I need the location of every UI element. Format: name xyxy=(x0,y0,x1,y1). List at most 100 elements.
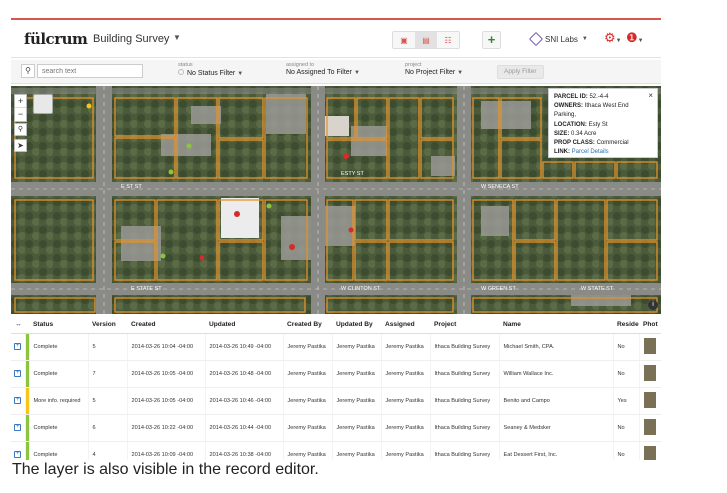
cell-created[interactable]: 2014-03-26 10:05 -04:00 xyxy=(127,387,206,415)
app-logo[interactable]: fülcrum xyxy=(24,30,88,48)
cell-name[interactable]: Seaney & Medsker xyxy=(499,414,614,442)
column-header[interactable]: Updated By xyxy=(332,316,381,334)
column-header[interactable]: Assigned xyxy=(381,316,430,334)
locate-icon[interactable]: ➤ xyxy=(14,139,27,152)
cell-residential[interactable]: No xyxy=(613,360,640,388)
layers-icon[interactable] xyxy=(33,94,53,114)
photo-thumbnail[interactable] xyxy=(643,364,656,381)
cell-residential[interactable]: No xyxy=(613,414,640,442)
cell-assigned[interactable]: Jeremy Pastika xyxy=(381,360,431,388)
cell-project[interactable]: Ithaca Building Survey xyxy=(430,414,500,442)
cell-created[interactable]: 2014-03-26 10:04 -04:00 xyxy=(127,333,206,361)
cell-project[interactable]: Ithaca Building Survey xyxy=(430,441,500,460)
cell-version[interactable]: 6 xyxy=(88,414,128,442)
cell-status[interactable]: Complete xyxy=(29,441,89,460)
column-header[interactable]: Updated xyxy=(205,316,283,334)
column-header[interactable]: Project xyxy=(430,316,499,334)
cell-status[interactable]: Complete xyxy=(29,414,89,442)
zoom-out-button[interactable]: − xyxy=(15,108,26,121)
cell-created-by[interactable]: Jeremy Pastika xyxy=(283,333,333,361)
map-view-icon[interactable]: ▣ xyxy=(393,32,415,48)
cell-updated-by[interactable]: Jeremy Pastika xyxy=(332,414,382,442)
zoom-in-button[interactable]: + xyxy=(15,95,26,108)
table-row[interactable]: + Complete 6 2014-03-26 10:22 -04:00 2014-03… xyxy=(11,414,661,442)
column-header[interactable]: Created By xyxy=(283,316,332,334)
split-view-icon[interactable]: ▤ xyxy=(415,32,437,48)
help-icon[interactable]: ❶▼ xyxy=(626,30,644,46)
cell-residential[interactable]: No xyxy=(613,441,640,460)
cell-name[interactable]: Benito and Campo xyxy=(499,387,614,415)
cell-name[interactable]: William Wallace Inc. xyxy=(499,360,614,388)
chevron-down-icon[interactable]: ▼ xyxy=(173,33,181,42)
status-filter-checkbox[interactable] xyxy=(178,69,184,75)
app-selector[interactable]: Building Survey xyxy=(93,33,169,45)
cell-version[interactable]: 4 xyxy=(88,441,128,460)
cell-status[interactable]: Complete xyxy=(29,333,89,361)
cell-updated-by[interactable]: Jeremy Pastika xyxy=(332,387,382,415)
apply-filter-button[interactable]: Apply Filter xyxy=(497,65,544,79)
cell-created-by[interactable]: Jeremy Pastika xyxy=(283,414,333,442)
cell-updated[interactable]: 2014-03-26 10:38 -04:00 xyxy=(205,441,284,460)
table-row[interactable]: + Complete 4 2014-03-26 10:09 -04:00 2014-03… xyxy=(11,441,661,460)
cell-name[interactable]: Michael Smith, CPA. xyxy=(499,333,614,361)
search-input[interactable] xyxy=(37,64,143,78)
cell-version[interactable]: 7 xyxy=(88,360,128,388)
cell-version[interactable]: 5 xyxy=(88,387,128,415)
expand-column-icon[interactable]: ↔ xyxy=(11,316,25,334)
photo-thumbnail[interactable] xyxy=(643,391,656,408)
table-row[interactable]: + Complete 7 2014-03-26 10:05 -04:00 2014-03… xyxy=(11,360,661,388)
search-icon[interactable]: ⚲ xyxy=(21,64,35,78)
cell-assigned[interactable]: Jeremy Pastika xyxy=(381,387,431,415)
cell-project[interactable]: Ithaca Building Survey xyxy=(430,360,500,388)
photo-thumbnail[interactable] xyxy=(643,418,656,435)
table-row[interactable]: + More info. required 5 2014-03-26 10:05 -0… xyxy=(11,387,661,415)
map-info-icon[interactable]: i xyxy=(648,300,658,310)
project-filter[interactable]: project No Project Filter ▼ xyxy=(405,62,463,76)
cell-updated-by[interactable]: Jeremy Pastika xyxy=(332,441,382,460)
gear-icon[interactable]: ⚙▼ xyxy=(604,30,622,46)
cell-project[interactable]: Ithaca Building Survey xyxy=(430,387,500,415)
column-header[interactable]: Version xyxy=(88,316,127,334)
column-header[interactable]: Residential? xyxy=(613,316,639,334)
cell-assigned[interactable]: Jeremy Pastika xyxy=(381,333,431,361)
cell-assigned[interactable]: Jeremy Pastika xyxy=(381,414,431,442)
expand-row-icon[interactable]: + xyxy=(14,343,22,350)
column-header[interactable]: Phot xyxy=(639,316,661,334)
cell-updated-by[interactable]: Jeremy Pastika xyxy=(332,360,382,388)
cell-version[interactable]: 5 xyxy=(88,333,128,361)
expand-row-icon[interactable]: + xyxy=(14,451,22,458)
column-header[interactable]: Created xyxy=(127,316,205,334)
search-map-icon[interactable]: ⚲ xyxy=(14,123,27,136)
cell-updated[interactable]: 2014-03-26 10:44 -04:00 xyxy=(205,414,284,442)
table-row[interactable]: + Complete 5 2014-03-26 10:04 -04:00 2014-03… xyxy=(11,333,661,361)
cell-project[interactable]: Ithaca Building Survey xyxy=(430,333,500,361)
column-header[interactable]: Name xyxy=(499,316,613,334)
cell-created-by[interactable]: Jeremy Pastika xyxy=(283,360,333,388)
column-header[interactable]: Status xyxy=(29,316,88,334)
org-menu[interactable]: SNI Labs ▼ xyxy=(528,31,588,47)
cell-created-by[interactable]: Jeremy Pastika xyxy=(283,441,333,460)
status-filter[interactable]: status No Status Filter ▼ xyxy=(178,62,243,77)
cell-created[interactable]: 2014-03-26 10:09 -04:00 xyxy=(127,441,206,460)
cell-status[interactable]: Complete xyxy=(29,360,89,388)
add-record-button[interactable]: + xyxy=(482,31,501,49)
parcel-details-link[interactable]: Parcel Details xyxy=(572,149,609,155)
cell-updated[interactable]: 2014-03-26 10:48 -04:00 xyxy=(205,360,284,388)
expand-row-icon[interactable]: + xyxy=(14,397,22,404)
cell-updated-by[interactable]: Jeremy Pastika xyxy=(332,333,382,361)
cell-assigned[interactable]: Jeremy Pastika xyxy=(381,441,431,460)
expand-row-icon[interactable]: + xyxy=(14,424,22,431)
cell-residential[interactable]: Yes xyxy=(613,387,640,415)
cell-created[interactable]: 2014-03-26 10:05 -04:00 xyxy=(127,360,206,388)
assigned-filter[interactable]: assigned to No Assigned To Filter ▼ xyxy=(286,62,360,76)
cell-updated[interactable]: 2014-03-26 10:46 -04:00 xyxy=(205,387,284,415)
cell-created[interactable]: 2014-03-26 10:22 -04:00 xyxy=(127,414,206,442)
cell-status[interactable]: More info. required xyxy=(29,387,89,415)
photo-thumbnail[interactable] xyxy=(643,337,656,354)
close-icon[interactable]: × xyxy=(648,91,653,100)
cell-residential[interactable]: No xyxy=(613,333,640,361)
cell-created-by[interactable]: Jeremy Pastika xyxy=(283,387,333,415)
cell-updated[interactable]: 2014-03-26 10:49 -04:00 xyxy=(205,333,284,361)
cell-name[interactable]: Eat Dessert First, Inc. xyxy=(499,441,614,460)
map-view[interactable]: E ST ST ESTY ST W SENECA ST E STATE ST W… xyxy=(11,86,661,314)
